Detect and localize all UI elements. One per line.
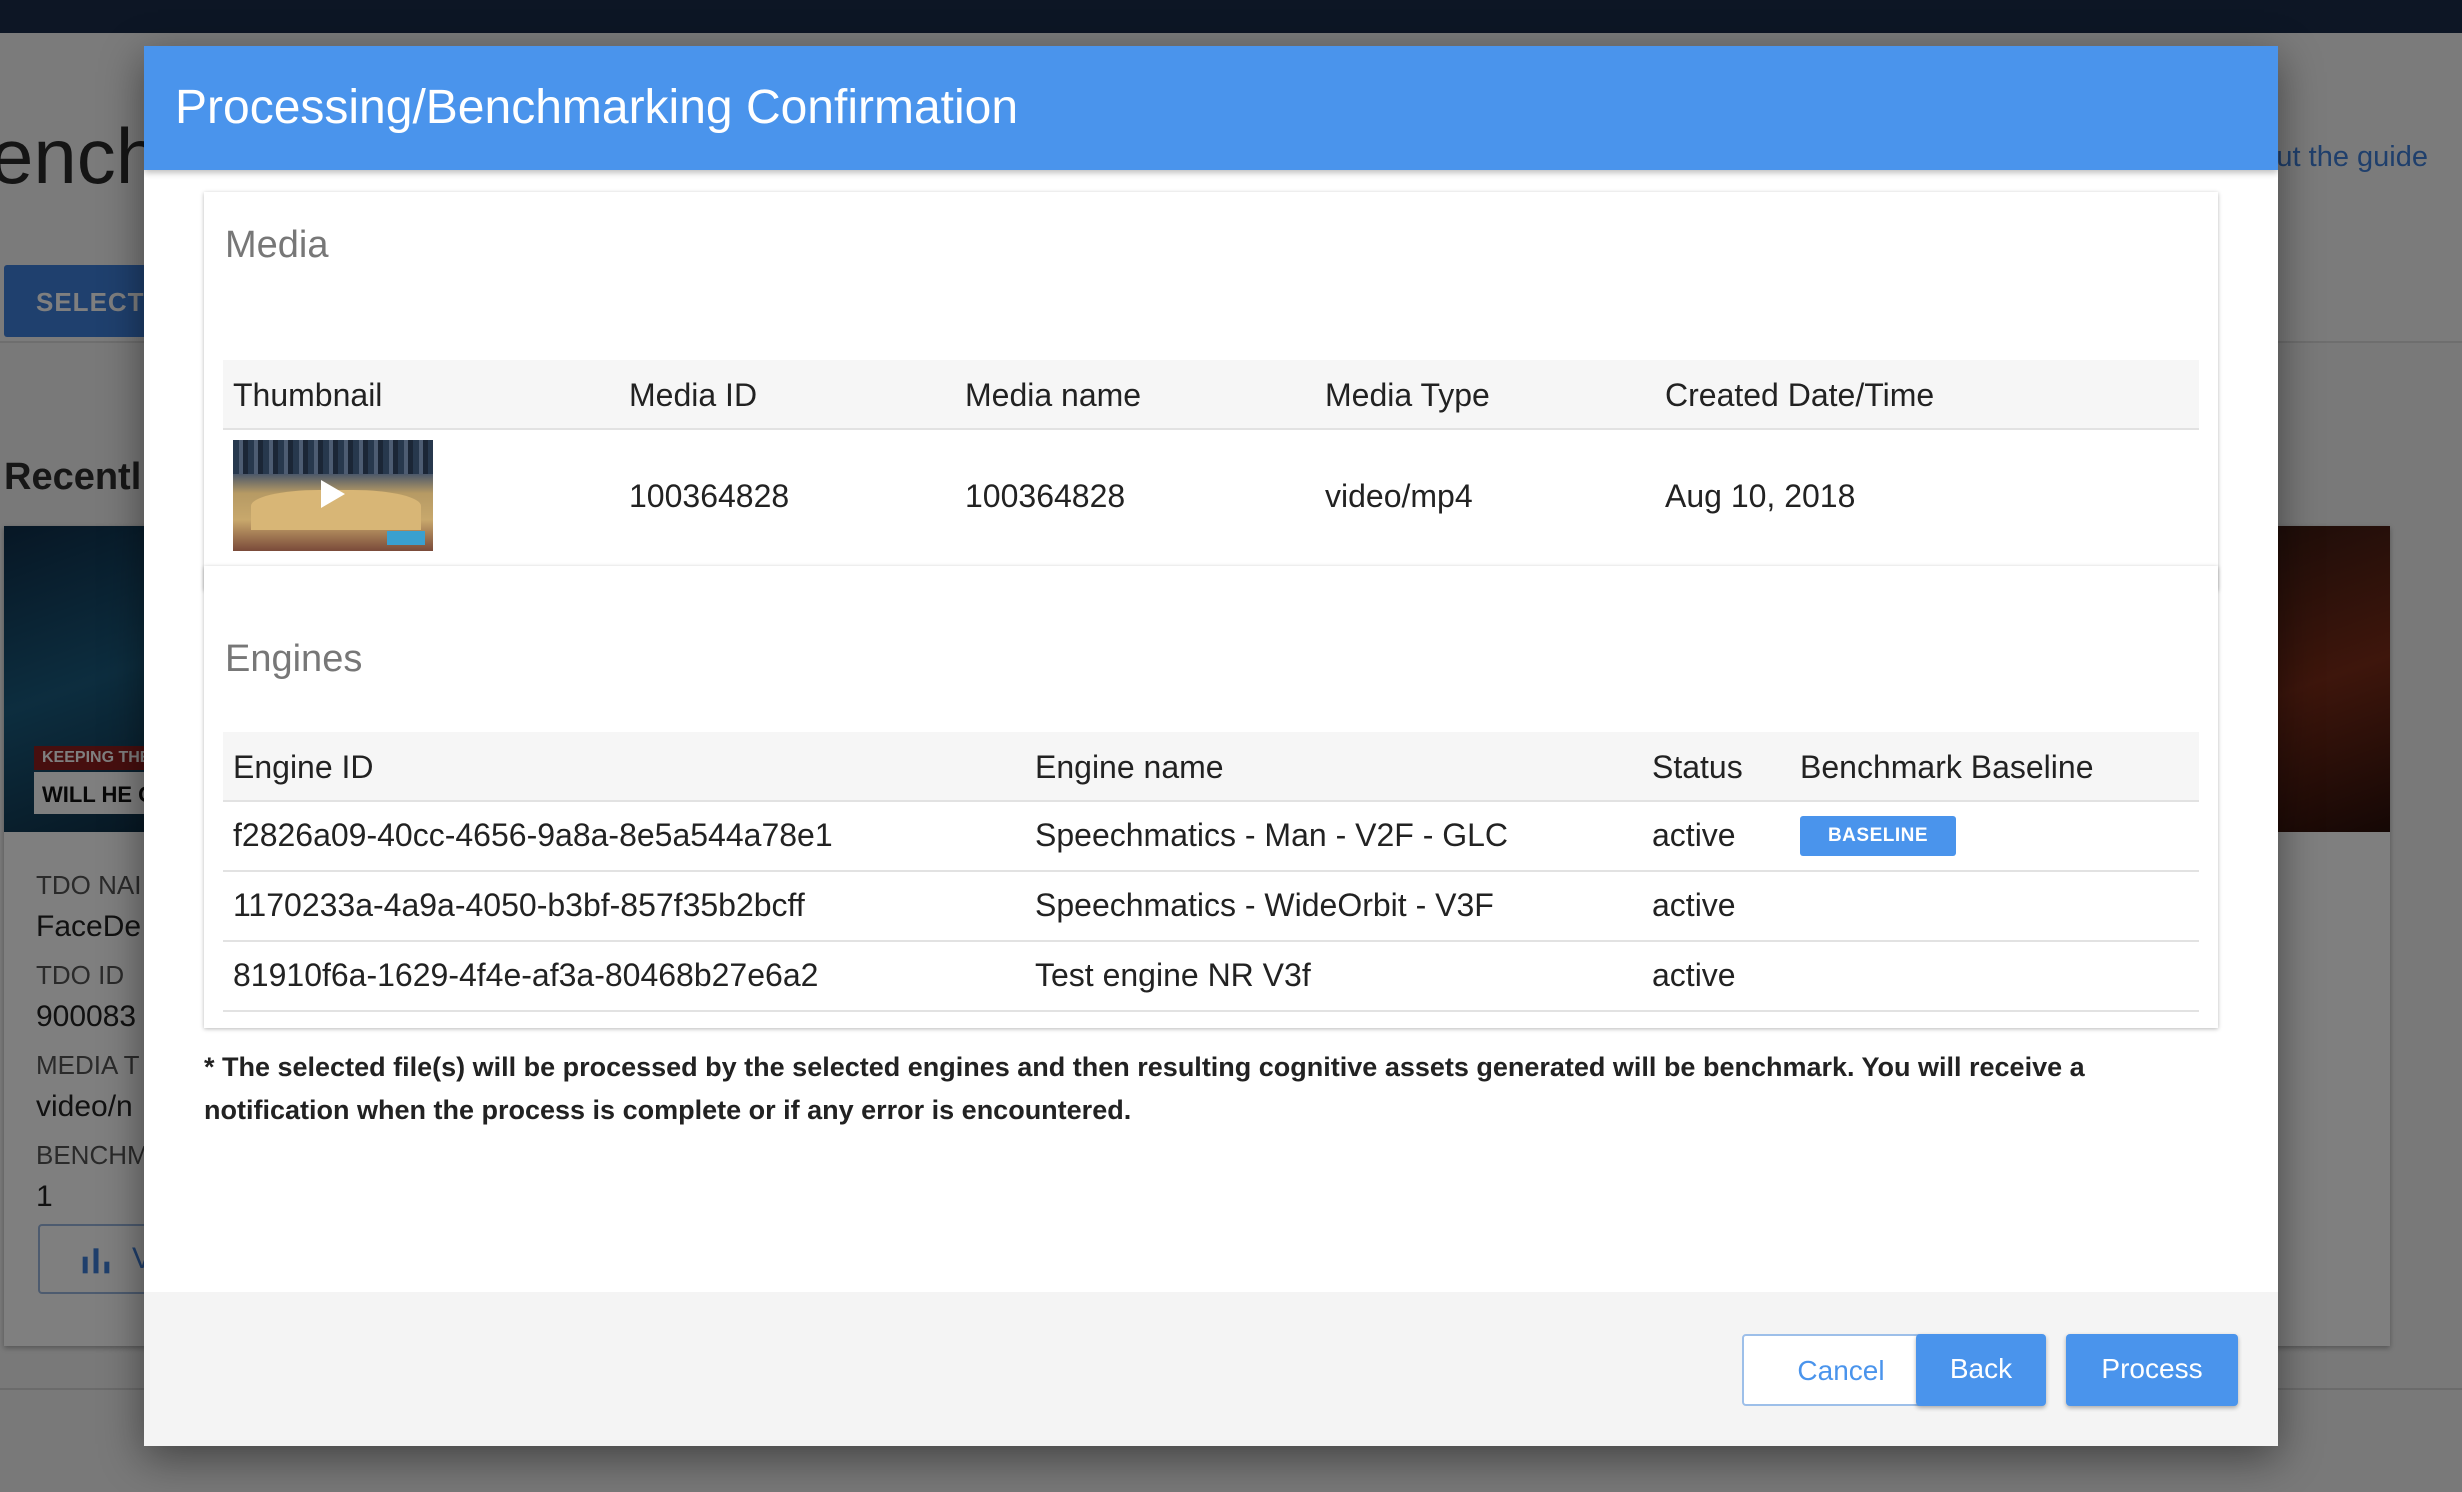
video-thumbnail[interactable]: [233, 440, 433, 551]
column-header: Media ID: [629, 377, 758, 413]
table-header: Engine ID Engine name Status Benchmark B…: [223, 732, 2199, 802]
dialog-title: Processing/Benchmarking Confirmation: [175, 81, 1019, 134]
dialog-header: Processing/Benchmarking Confirmation: [144, 46, 2278, 170]
thumbnail-scorebug: [387, 531, 425, 545]
engine-status: active: [1652, 957, 1736, 993]
column-header: Engine name: [1035, 749, 1224, 785]
engines-section-title: Engines: [225, 638, 363, 680]
row-divider: [223, 870, 2199, 872]
media-section-title: Media: [225, 224, 329, 266]
engine-name: Speechmatics - WideOrbit - V3F: [1035, 887, 1494, 923]
engine-name: Speechmatics - Man - V2F - GLC: [1035, 817, 1509, 853]
column-header: Benchmark Baseline: [1800, 749, 2094, 785]
process-button[interactable]: Process: [2066, 1334, 2238, 1406]
media-id: 100364828: [629, 478, 790, 514]
engines-section: Engines Engine ID Engine name Status Ben…: [204, 566, 2218, 1028]
engine-id: f2826a09-40cc-4656-9a8a-8e5a544a78e1: [233, 817, 833, 853]
media-section: Media Thumbnail Media ID Media name Medi…: [204, 192, 2218, 590]
row-divider: [223, 940, 2199, 942]
engine-status: active: [1652, 817, 1736, 853]
baseline-badge: BASELINE: [1800, 816, 1956, 856]
confirmation-dialog: Processing/Benchmarking Confirmation Med…: [144, 46, 2278, 1446]
cancel-button[interactable]: Cancel: [1742, 1334, 1940, 1406]
row-divider: [223, 1010, 2199, 1012]
play-icon[interactable]: [321, 480, 345, 508]
media-table: Thumbnail Media ID Media name Media Type…: [223, 360, 2199, 570]
column-header: Engine ID: [233, 749, 374, 785]
back-button[interactable]: Back: [1916, 1334, 2046, 1406]
dialog-footer: Cancel Back Process: [144, 1292, 2278, 1446]
engine-id: 81910f6a-1629-4f4e-af3a-80468b27e6a2: [233, 957, 819, 993]
table-header: Thumbnail Media ID Media name Media Type…: [223, 360, 2199, 430]
media-name: 100364828: [965, 478, 1126, 514]
media-type: video/mp4: [1325, 478, 1473, 514]
column-header: Media Type: [1325, 377, 1490, 413]
engine-status: active: [1652, 887, 1736, 923]
column-header: Created Date/Time: [1665, 377, 1935, 413]
engine-name: Test engine NR V3f: [1035, 957, 1311, 993]
thumbnail-crowd: [233, 440, 433, 474]
created-date: Aug 10, 2018: [1665, 478, 1856, 514]
column-header: Media name: [965, 377, 1142, 413]
processing-note: * The selected file(s) will be processed…: [204, 1052, 2085, 1125]
engine-id: 1170233a-4a9a-4050-b3bf-857f35b2bcff: [233, 887, 805, 923]
column-header: Thumbnail: [233, 377, 383, 413]
engines-table: Engine ID Engine name Status Benchmark B…: [223, 732, 2199, 1014]
column-header: Status: [1652, 749, 1743, 785]
